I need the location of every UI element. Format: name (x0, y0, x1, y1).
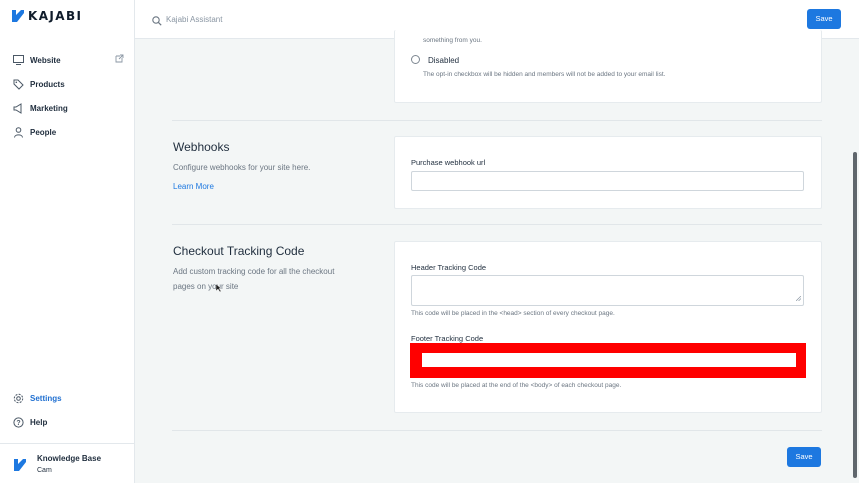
sidebar-item-label: Website (30, 55, 61, 65)
footer-tracking-label: Footer Tracking Code (411, 334, 484, 343)
learn-more-link[interactable]: Learn More (173, 182, 214, 191)
webhooks-card: Purchase webhook url (394, 136, 822, 209)
external-link-icon[interactable] (115, 54, 124, 65)
sidebar-item-people[interactable]: People (12, 126, 124, 138)
footer-tracking-highlight (410, 343, 806, 378)
header-tracking-label: Header Tracking Code (411, 263, 487, 272)
save-button-top[interactable]: Save (807, 9, 841, 29)
help-icon: ? (12, 416, 24, 428)
disabled-help: The opt-in checkbox will be hidden and m… (423, 71, 666, 78)
megaphone-icon (12, 102, 24, 114)
optin-card: something from you. Disabled The opt-in … (394, 30, 822, 103)
sidebar-item-label: Marketing (30, 103, 68, 113)
header-tracking-textarea[interactable] (411, 275, 804, 306)
kajabi-small-logo-icon (14, 458, 26, 476)
account-subtitle: Cam (37, 467, 52, 474)
monitor-icon (12, 54, 24, 66)
kajabi-logo[interactable]: KAJABI (12, 9, 82, 23)
tracking-title: Checkout Tracking Code (173, 244, 305, 258)
sidebar-item-marketing[interactable]: Marketing (12, 102, 124, 114)
footer-tracking-help: This code will be placed at the end of t… (411, 382, 622, 389)
gear-icon (12, 392, 24, 404)
section-divider (172, 120, 822, 121)
svg-text:?: ? (16, 420, 20, 427)
footer-tracking-input[interactable] (422, 353, 796, 367)
tag-icon (12, 78, 24, 90)
header-tracking-help: This code will be placed in the <head> s… (411, 310, 615, 317)
scrollbar-thumb[interactable] (853, 152, 857, 478)
purchase-webhook-label: Purchase webhook url (411, 158, 486, 167)
section-divider (172, 224, 822, 225)
optin-previous-help: something from you. (423, 37, 482, 44)
logo-text: KAJABI (28, 9, 83, 23)
disabled-label[interactable]: Disabled (428, 56, 459, 65)
disabled-radio[interactable] (411, 55, 420, 64)
webhooks-title: Webhooks (173, 140, 230, 154)
sidebar-item-settings[interactable]: Settings (12, 392, 124, 404)
mouse-cursor-icon (215, 279, 222, 297)
tracking-card: Header Tracking Code This code will be p… (394, 241, 822, 413)
webhooks-description: Configure webhooks for your site here. (173, 163, 311, 172)
resize-handle-icon[interactable] (795, 294, 802, 303)
account-title: Knowledge Base (37, 454, 102, 463)
kajabi-logo-icon (12, 10, 24, 22)
sidebar-item-products[interactable]: Products (12, 78, 124, 90)
search-input[interactable] (166, 11, 466, 27)
sidebar-item-label: Help (30, 417, 48, 427)
sidebar-item-label: Products (30, 79, 65, 89)
save-button-bottom[interactable]: Save (787, 447, 821, 467)
sidebar-item-help[interactable]: ? Help (12, 416, 124, 428)
sidebar: KAJABI Website Products Marketing People… (0, 0, 135, 483)
purchase-webhook-input[interactable] (411, 171, 804, 191)
person-icon (12, 126, 24, 138)
section-divider (172, 430, 822, 431)
tracking-description: Add custom tracking code for all the che… (173, 267, 335, 291)
sidebar-item-label: Settings (30, 393, 62, 403)
sidebar-item-label: People (30, 127, 57, 137)
account-switcher[interactable]: Knowledge Base Cam (0, 443, 134, 483)
sidebar-item-website[interactable]: Website (12, 54, 124, 66)
search-icon (152, 13, 162, 31)
